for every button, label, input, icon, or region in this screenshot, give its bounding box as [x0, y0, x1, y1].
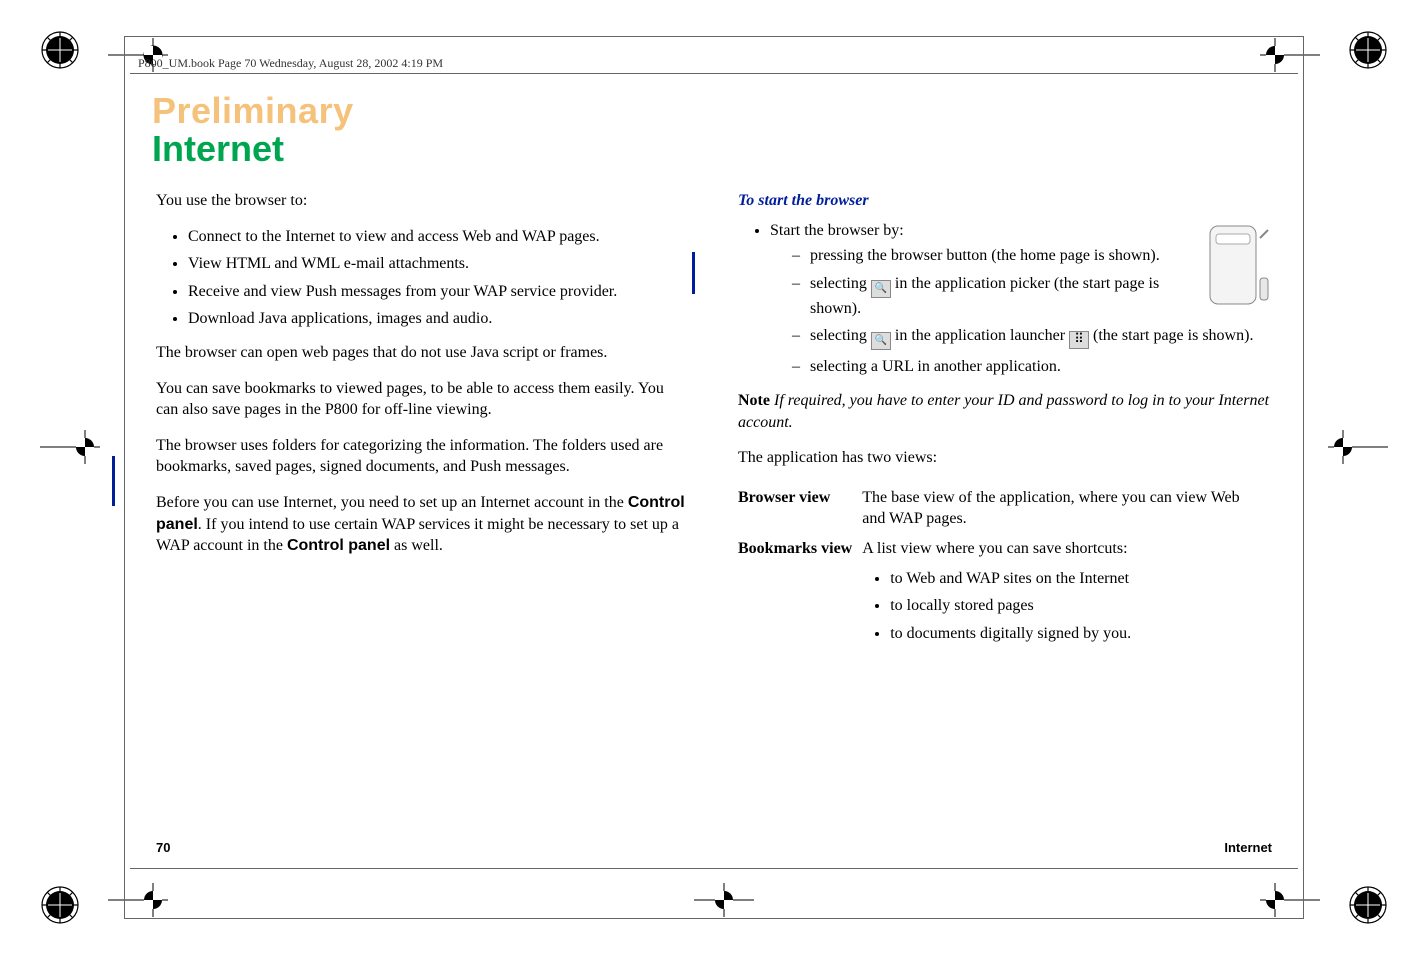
- body-content: You use the browser to: Connect to the I…: [156, 190, 1272, 835]
- left-column: You use the browser to: Connect to the I…: [156, 190, 690, 835]
- browser-icon: [871, 280, 891, 298]
- bookmarks-view-desc: A list view where you can save shortcuts…: [862, 534, 1272, 654]
- list-item: pressing the browser button (the home pa…: [810, 245, 1272, 267]
- bookmarks-view-label: Bookmarks view: [738, 534, 862, 654]
- footer-rule: [130, 868, 1298, 869]
- views-intro: The application has two views:: [738, 447, 1272, 469]
- watermark-preliminary: Preliminary: [152, 90, 354, 132]
- change-bar-icon: [112, 456, 115, 506]
- browser-uses-list: Connect to the Internet to view and acce…: [156, 226, 690, 330]
- page-footer: 70 Internet: [156, 840, 1272, 855]
- list-item: selecting in the application picker (the…: [810, 273, 1272, 320]
- table-row: Browser view The base view of the applic…: [738, 483, 1272, 534]
- browser-icon: [871, 332, 891, 350]
- browser-view-label: Browser view: [738, 483, 862, 534]
- right-column: To start the browser Start the browser b…: [738, 190, 1272, 835]
- paragraph: You can save bookmarks to viewed pages, …: [156, 378, 690, 421]
- header-rule: [130, 73, 1298, 74]
- start-browser-list: Start the browser by: pressing the brows…: [738, 220, 1272, 378]
- reg-mark-icon: [40, 30, 80, 70]
- list-item: selecting a URL in another application.: [810, 356, 1272, 378]
- paragraph: Before you can use Internet, you need to…: [156, 492, 690, 557]
- list-item: Download Java applications, images and a…: [188, 308, 690, 330]
- list-item: selecting in the application launcher (t…: [810, 325, 1272, 350]
- list-item: Connect to the Internet to view and acce…: [188, 226, 690, 248]
- footer-section: Internet: [1224, 840, 1272, 855]
- crop-mark-icon: [40, 430, 100, 464]
- list-item: to documents digitally signed by you.: [890, 623, 1262, 645]
- term-control-panel: Control panel: [287, 537, 390, 554]
- views-table: Browser view The base view of the applic…: [738, 483, 1272, 655]
- list-item: Receive and view Push messages from your…: [188, 281, 690, 303]
- bookmarks-shortcuts-list: to Web and WAP sites on the Internet to …: [862, 568, 1262, 645]
- subheading-start-browser: To start the browser: [738, 190, 1272, 212]
- reg-mark-icon: [1348, 30, 1388, 70]
- intro-text: You use the browser to:: [156, 190, 690, 212]
- list-item: to locally stored pages: [890, 595, 1262, 617]
- reg-mark-icon: [40, 885, 80, 925]
- list-item: Start the browser by: pressing the brows…: [770, 220, 1272, 378]
- reg-mark-icon: [1348, 885, 1388, 925]
- note-body: If required, you have to enter your ID a…: [738, 392, 1269, 431]
- start-browser-sublist: pressing the browser button (the home pa…: [770, 245, 1272, 378]
- paragraph: The browser can open web pages that do n…: [156, 342, 690, 364]
- book-header: P800_UM.book Page 70 Wednesday, August 2…: [138, 56, 443, 71]
- note-label: Note: [738, 392, 774, 409]
- app-launcher-icon: [1069, 331, 1089, 349]
- list-item: View HTML and WML e-mail attachments.: [188, 253, 690, 275]
- page-number: 70: [156, 840, 170, 855]
- browser-view-desc: The base view of the application, where …: [862, 483, 1272, 534]
- paragraph: The browser uses folders for categorizin…: [156, 435, 690, 478]
- list-item: to Web and WAP sites on the Internet: [890, 568, 1262, 590]
- crop-mark-icon: [1328, 430, 1388, 464]
- table-row: Bookmarks view A list view where you can…: [738, 534, 1272, 654]
- note-paragraph: Note If required, you have to enter your…: [738, 390, 1272, 433]
- page-title: Internet: [152, 128, 284, 170]
